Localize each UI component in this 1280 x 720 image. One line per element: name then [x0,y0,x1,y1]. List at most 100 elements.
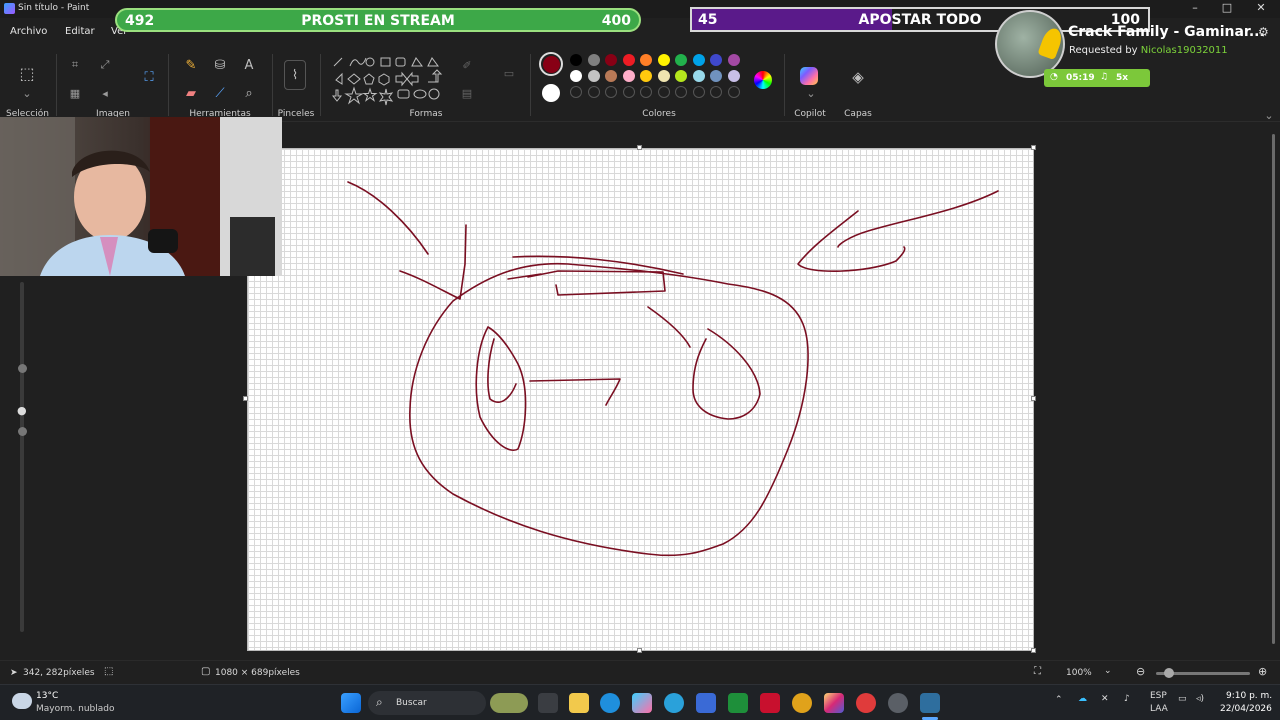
shapes-gallery[interactable] [328,52,448,108]
copilot-taskbar-icon[interactable] [632,693,652,713]
palette-swatch[interactable] [675,54,687,66]
menu-archivo[interactable]: Archivo [10,26,47,37]
primary-color-button[interactable] [539,52,563,76]
language-line1[interactable]: ESP [1150,691,1167,701]
widgets-icon[interactable] [490,693,528,713]
brush-size-slider-track[interactable] [20,282,24,632]
chrome-icon[interactable] [792,693,812,713]
custom-color-slot[interactable] [570,86,582,98]
microphone-icon[interactable]: ♪ [1124,694,1130,704]
palette-swatch[interactable] [605,54,617,66]
custom-color-slot[interactable] [587,86,600,98]
fit-to-window-icon[interactable]: ⛶ [1034,666,1041,677]
chevron-down-icon[interactable]: ⌄ [16,82,38,104]
eraser-icon[interactable]: ▰ [180,82,202,104]
edit-colors-icon[interactable] [754,71,772,89]
pencil-icon[interactable]: ✎ [180,54,202,76]
palette-swatch[interactable] [570,70,582,82]
task-view-icon[interactable] [538,693,558,713]
custom-color-slot[interactable] [692,86,705,98]
maximize-button[interactable]: □ [1212,1,1242,17]
select-rectangle-icon[interactable]: ⬚ [16,62,38,84]
settings-gear-icon[interactable]: ⚙ [1258,25,1269,39]
minimize-button[interactable]: – [1180,1,1210,17]
resize-handle-top-right[interactable] [1031,145,1036,150]
palette-swatch[interactable] [692,54,705,66]
palette-swatch[interactable] [587,54,600,66]
resize-handle-bottom[interactable] [637,648,642,653]
custom-color-slot[interactable] [727,86,740,98]
clock-time[interactable]: 9:10 p. m. [1226,691,1272,701]
custom-color-slot[interactable] [622,86,635,98]
store-icon[interactable] [696,693,716,713]
zoom-out-icon[interactable]: ⊖ [1136,665,1145,678]
close-button[interactable]: ✕ [1246,1,1276,17]
palette-swatch[interactable] [570,54,582,66]
palette-swatch[interactable] [657,70,670,82]
resize-handle-right[interactable] [1031,396,1036,401]
onedrive-icon[interactable]: ☁ [1078,694,1087,704]
palette-swatch[interactable] [727,70,740,82]
custom-color-slot[interactable] [640,86,652,98]
weather-desc[interactable]: Mayorm. nublado [36,704,115,714]
palette-swatch[interactable] [727,54,740,66]
resize-handle-top[interactable] [637,145,642,150]
brush-icon[interactable]: ⌇ [284,60,306,90]
chrome-alt-icon[interactable] [856,693,876,713]
custom-color-slot[interactable] [605,86,617,98]
palette-swatch[interactable] [675,70,687,82]
opacity-slider-thumb[interactable] [18,427,27,436]
weather-cloud-icon[interactable] [12,693,32,709]
fill-bucket-icon[interactable]: ⛁ [209,54,231,76]
windows-start-icon[interactable] [341,693,361,713]
palette-swatch[interactable] [605,70,617,82]
obs-icon[interactable] [888,693,908,713]
crop-icon[interactable]: ⌗ [64,54,86,76]
palette-swatch[interactable] [622,70,635,82]
resize-handle-bottom-right[interactable] [1031,648,1036,653]
edge-browser-icon[interactable] [600,693,620,713]
secondary-color-swatch[interactable] [542,84,560,102]
scrollbar-thumb[interactable] [1272,134,1275,644]
language-line2[interactable]: LAA [1150,704,1168,714]
zoom-slider-thumb[interactable] [1164,668,1174,678]
volume-icon[interactable]: ◃) [1196,694,1204,704]
background-remove-icon[interactable]: ▦ [64,82,86,104]
palette-swatch[interactable] [587,70,600,82]
telegram-icon[interactable] [664,693,684,713]
palette-swatch[interactable] [640,54,652,66]
drawing-canvas[interactable] [247,148,1034,651]
paint-taskbar-icon[interactable] [920,693,940,713]
network-icon[interactable]: ▭ [1178,694,1187,704]
palette-swatch[interactable] [710,54,722,66]
rotate-icon[interactable]: ◂ [94,82,116,104]
wps-office-icon[interactable] [760,693,780,713]
menu-editar[interactable]: Editar [65,26,95,37]
magnifier-icon[interactable]: ⌕ [238,82,260,104]
resize-icon[interactable]: ⤢ [94,54,116,76]
resize-handle-left[interactable] [243,396,248,401]
zoom-in-icon[interactable]: ⊕ [1258,665,1267,678]
shape-size-icon[interactable]: ▭ [498,62,520,84]
shape-outline-icon[interactable]: ✐ [456,54,478,76]
weather-temp[interactable]: 13°C [36,691,58,701]
file-explorer-icon[interactable] [569,693,589,713]
text-tool-icon[interactable]: A [238,54,260,76]
tray-app-icon[interactable]: ✕ [1101,694,1109,704]
color-picker-icon[interactable]: ⟋ [209,82,231,104]
palette-swatch[interactable] [657,54,670,66]
layers-icon[interactable]: ◈ [847,66,869,88]
palette-swatch[interactable] [692,70,705,82]
custom-color-slot[interactable] [657,86,670,98]
tray-chevron-up-icon[interactable]: ⌃ [1055,695,1063,705]
shape-fill-icon[interactable]: ▤ [456,82,478,104]
palette-swatch[interactable] [640,70,652,82]
image-select-icon[interactable]: ⛶ [138,66,160,88]
chevron-down-icon[interactable]: ⌄ [800,82,822,104]
instagram-icon[interactable] [824,693,844,713]
vertical-scrollbar[interactable] [1270,126,1278,656]
palette-swatch[interactable] [710,70,722,82]
zoom-level[interactable]: 100% [1066,668,1092,678]
brush-size-slider-thumb[interactable] [18,364,27,373]
custom-color-slot[interactable] [675,86,687,98]
